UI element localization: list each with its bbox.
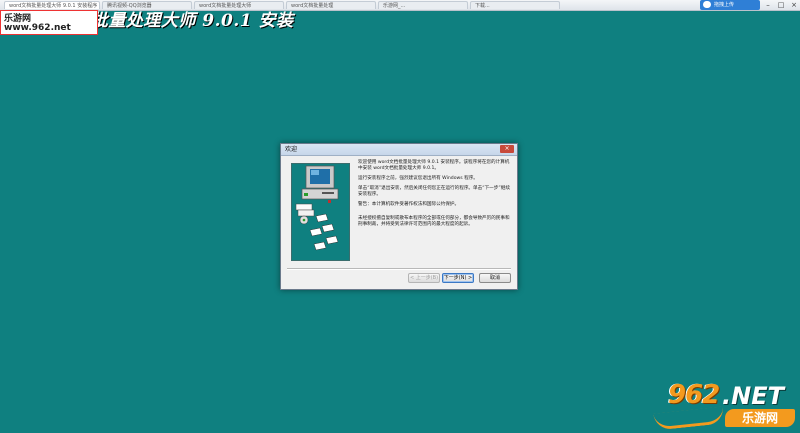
watermark-brand: 962 .NET 乐游网 xyxy=(650,380,800,433)
browser-tab[interactable]: 下载... xyxy=(470,1,560,9)
watermark-logo: 乐游网 www.962.net xyxy=(0,10,98,35)
welcome-paragraph: 欢迎使用 word文档批量处理大师 9.0.1 安装程序。该程序将在您的计算机中… xyxy=(358,160,510,171)
dialog-title: 欢迎 xyxy=(285,146,298,153)
advice-paragraph: 运行安装程序之前，强烈建议您退出所有 Windows 程序。 xyxy=(358,176,478,181)
next-button[interactable]: 下一步(N) > xyxy=(442,273,474,283)
computer-install-illustration xyxy=(295,165,339,251)
tab-label: 下载... xyxy=(475,3,490,9)
close-button[interactable]: × xyxy=(788,0,800,10)
upload-label: 拖拽上传 xyxy=(714,2,735,8)
browser-tab[interactable]: 乐游网_... xyxy=(378,1,468,9)
dialog-close-button[interactable]: × xyxy=(500,145,514,153)
minimize-button[interactable]: – xyxy=(762,0,774,10)
maximize-button[interactable]: □ xyxy=(775,0,787,10)
upload-button[interactable]: 拖拽上传 xyxy=(700,0,760,10)
installer-illustration xyxy=(291,163,350,261)
welcome-dialog: 欢迎 × 欢迎使用 word文档批量处理大师 9.0.1 安装程序。该程序将在您… xyxy=(280,143,518,290)
watermark-net: .NET xyxy=(722,382,784,410)
watermark-number: 962 xyxy=(668,380,720,410)
cancel-button[interactable]: 取消 xyxy=(479,273,511,283)
dialog-separator xyxy=(287,268,511,270)
warning-paragraph: 警告：本计算机软件受著作权法和国际公约保护。 xyxy=(358,202,460,207)
browser-tab[interactable]: word文档批量处理 xyxy=(286,1,376,9)
tab-label: word文档批量处理 xyxy=(291,3,334,9)
legal-paragraph: 未经授权擅自复制或散布本程序的全部或任何部分，都会导致严厉的民事和刑事制裁，并将… xyxy=(358,216,510,227)
instructions-paragraph: 单击“取消”退出安装，然后关闭任何您正在运行的程序。单击“下一步”继续安装程序。 xyxy=(358,186,510,197)
cloud-icon xyxy=(703,1,711,8)
dialog-titlebar[interactable]: 欢迎 × xyxy=(281,144,517,156)
watermark-url: www.962.net xyxy=(4,23,71,33)
back-button[interactable]: < 上一步(B) xyxy=(408,273,440,283)
dialog-body-text: 欢迎使用 word文档批量处理大师 9.0.1 安装程序。该程序将在您的计算机中… xyxy=(358,160,510,232)
swoosh-decoration xyxy=(653,406,725,431)
tab-label: 乐游网_... xyxy=(383,3,406,9)
watermark-site-badge: 乐游网 xyxy=(725,409,795,427)
